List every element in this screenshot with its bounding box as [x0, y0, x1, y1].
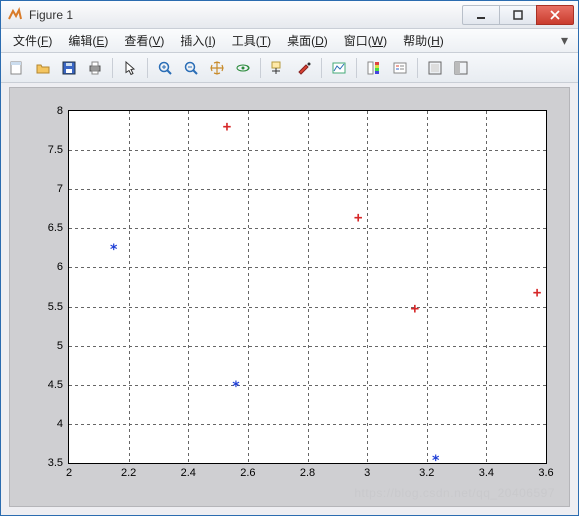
colorbar-icon[interactable] [362, 56, 386, 80]
open-icon[interactable] [31, 56, 55, 80]
grid-line [69, 189, 546, 190]
hide-tools-icon[interactable] [423, 56, 447, 80]
zoom-out-icon[interactable] [179, 56, 203, 80]
data-point-series2[interactable]: * [110, 246, 118, 254]
menubar: 文件(F)编辑(E)查看(V)插入(I)工具(T)桌面(D)窗口(W)帮助(H)… [1, 29, 578, 53]
xtick-label: 3.4 [479, 467, 494, 479]
data-point-series2[interactable]: * [431, 457, 439, 465]
save-icon[interactable] [57, 56, 81, 80]
xtick-label: 3.6 [538, 467, 553, 479]
zoom-in-icon[interactable] [153, 56, 177, 80]
ytick-label: 6 [57, 261, 63, 273]
ytick-label: 8 [57, 105, 63, 117]
data-point-series1[interactable]: + [354, 214, 362, 222]
titlebar: Figure 1 [1, 1, 578, 29]
matlab-icon [7, 7, 23, 23]
grid-line [69, 228, 546, 229]
menu-h[interactable]: 帮助(H) [395, 29, 452, 52]
menu-i[interactable]: 插入(I) [172, 29, 223, 52]
watermark: https://blog.csdn.net/qq_20406597 [354, 486, 555, 500]
toolbar-separator [112, 58, 113, 78]
toolbar-separator [417, 58, 418, 78]
ytick-label: 7 [57, 183, 63, 195]
ytick-label: 4.5 [48, 379, 63, 391]
grid-line [188, 111, 189, 463]
xtick-label: 2.8 [300, 467, 315, 479]
xtick-label: 2 [66, 467, 72, 479]
data-point-series1[interactable]: + [411, 305, 419, 313]
minimize-button[interactable] [462, 5, 500, 25]
ytick-label: 3.5 [48, 457, 63, 469]
grid-line [69, 385, 546, 386]
menu-d[interactable]: 桌面(D) [279, 29, 336, 52]
xtick-label: 2.6 [240, 467, 255, 479]
rotate-3d-icon[interactable] [231, 56, 255, 80]
plot-area: 2 2.2 2.4 2.6 2.8 3 3.2 3.4 3.6 3.5 4 4.5 5 5.5 6 6.5 7 7… [9, 87, 570, 507]
toolbar-separator [356, 58, 357, 78]
xtick-label: 2.4 [181, 467, 196, 479]
close-button[interactable] [536, 5, 574, 25]
grid-line [308, 111, 309, 463]
dock-icon[interactable] [449, 56, 473, 80]
link-plot-icon[interactable] [327, 56, 351, 80]
pan-icon[interactable] [205, 56, 229, 80]
ytick-label: 7.5 [48, 144, 63, 156]
grid-line [486, 111, 487, 463]
toolbar-separator [321, 58, 322, 78]
maximize-button[interactable] [499, 5, 537, 25]
xtick-label: 3.2 [419, 467, 434, 479]
grid-line [69, 346, 546, 347]
menu-w[interactable]: 窗口(W) [336, 29, 395, 52]
axes[interactable]: 22.22.42.62.833.23.43.63.544.555.566.577… [68, 110, 547, 464]
ytick-label: 6.5 [48, 222, 63, 234]
grid-line [69, 267, 546, 268]
print-icon[interactable] [83, 56, 107, 80]
data-point-series1[interactable]: + [223, 123, 231, 131]
window-title: Figure 1 [29, 8, 463, 22]
window-controls [463, 5, 574, 25]
figure-window: Figure 1 文件(F)编辑(E)查看(V)插入(I)工具(T)桌面(D)窗… [0, 0, 579, 516]
grid-line [129, 111, 130, 463]
ytick-label: 5.5 [48, 301, 63, 313]
menu-t[interactable]: 工具(T) [224, 29, 279, 52]
pointer-icon[interactable] [118, 56, 142, 80]
legend-icon[interactable] [388, 56, 412, 80]
ytick-label: 5 [57, 340, 63, 352]
grid-line [69, 424, 546, 425]
menu-f[interactable]: 文件(F) [5, 29, 60, 52]
data-point-series2[interactable]: * [232, 383, 240, 391]
menu-v[interactable]: 查看(V) [116, 29, 172, 52]
data-point-series1[interactable]: + [533, 289, 541, 297]
grid-line [248, 111, 249, 463]
ytick-label: 4 [57, 418, 63, 430]
new-figure-icon[interactable] [5, 56, 29, 80]
xtick-label: 2.2 [121, 467, 136, 479]
grid-line [427, 111, 428, 463]
brush-icon[interactable] [292, 56, 316, 80]
grid-line [367, 111, 368, 463]
grid-line [69, 307, 546, 308]
toolbar-separator [260, 58, 261, 78]
data-cursor-icon[interactable] [266, 56, 290, 80]
toolbar-separator [147, 58, 148, 78]
xtick-label: 3 [364, 467, 370, 479]
menu-e[interactable]: 编辑(E) [60, 29, 116, 52]
menu-overflow-icon[interactable]: ▾ [555, 32, 574, 49]
toolbar [1, 53, 578, 83]
grid-line [69, 150, 546, 151]
